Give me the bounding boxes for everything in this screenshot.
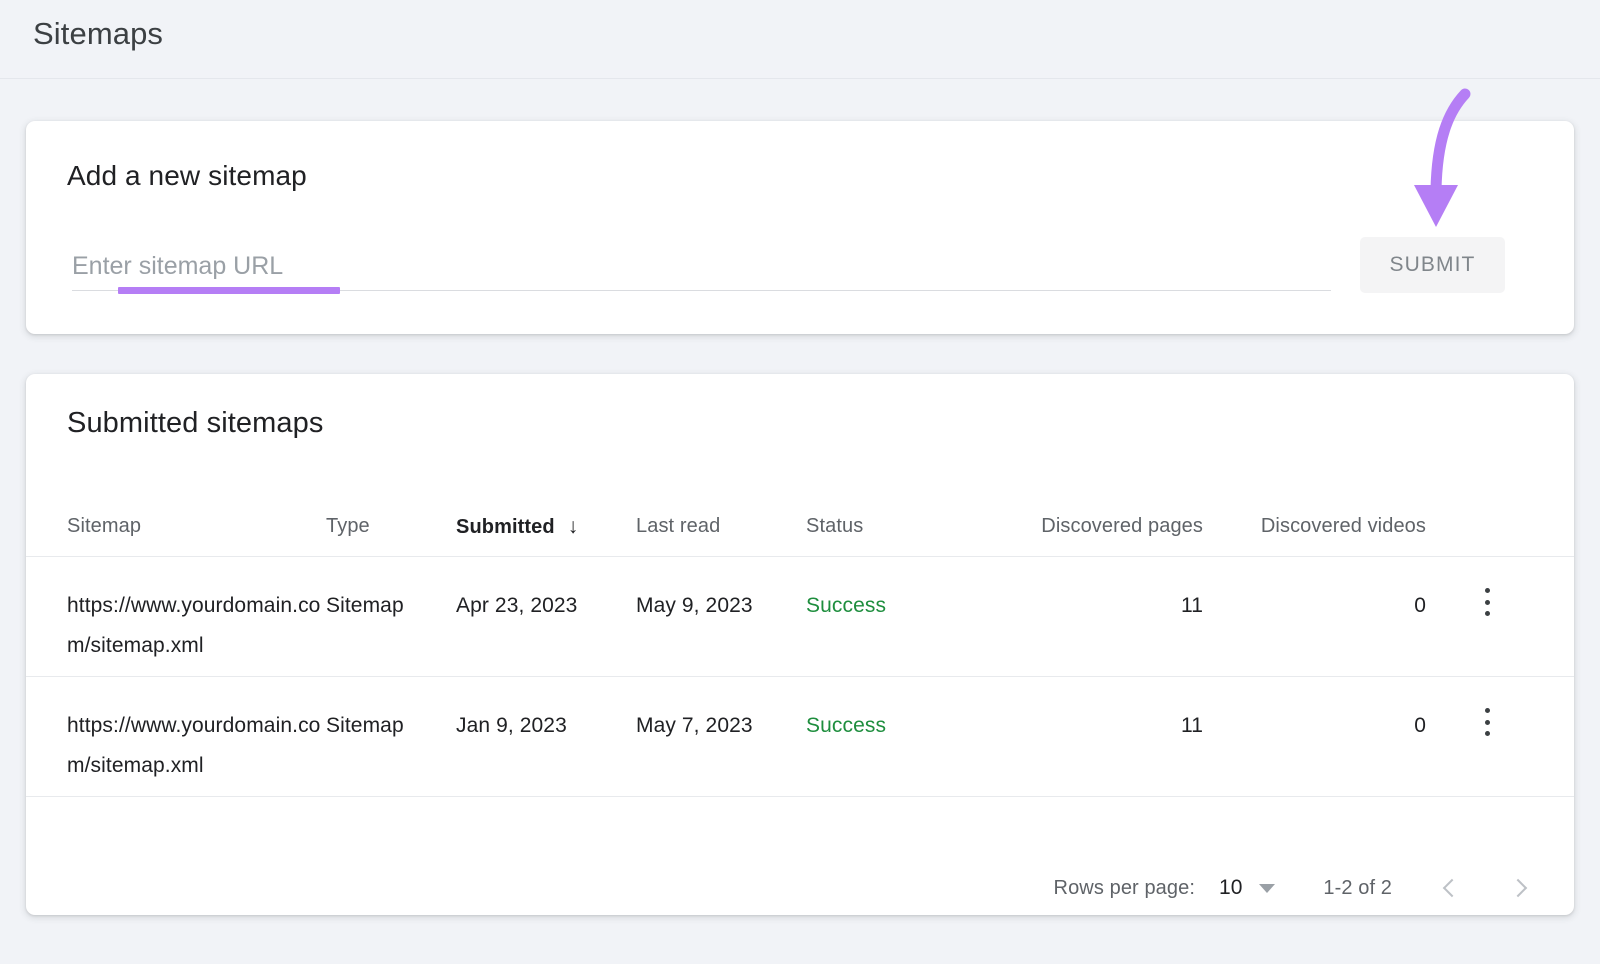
- sitemaps-page: Sitemaps Add a new sitemap SUBMIT Submit…: [0, 0, 1600, 964]
- column-header-sitemap[interactable]: Sitemap: [67, 515, 141, 537]
- more-vert-icon[interactable]: [1474, 586, 1500, 616]
- cell-discovered-pages: 11: [996, 706, 1203, 746]
- chevron-down-icon[interactable]: [1259, 884, 1275, 893]
- column-header-last-read[interactable]: Last read: [636, 515, 720, 537]
- submit-button[interactable]: SUBMIT: [1360, 237, 1505, 293]
- annotation-underline: [118, 287, 340, 294]
- column-header-discovered-videos[interactable]: Discovered videos: [1261, 515, 1426, 537]
- status-badge: Success: [806, 706, 996, 746]
- table-header-row: Sitemap Type Submitted ↓ Last read Status…: [26, 497, 1574, 557]
- cell-type: Sitemap: [326, 586, 456, 626]
- column-header-type[interactable]: Type: [326, 515, 370, 537]
- sitemap-url-input[interactable]: [72, 244, 1331, 288]
- pagination-range: 1-2 of 2: [1323, 877, 1392, 900]
- table-row[interactable]: https://www.yourdomain.com/sitemap.xml S…: [26, 557, 1574, 677]
- next-page-button[interactable]: [1502, 870, 1538, 906]
- chevron-left-icon: [1443, 879, 1461, 897]
- table-row[interactable]: https://www.yourdomain.com/sitemap.xml S…: [26, 677, 1574, 797]
- cell-sitemap-url: https://www.yourdomain.com/sitemap.xml: [67, 706, 322, 786]
- add-sitemap-heading: Add a new sitemap: [67, 160, 307, 192]
- sitemaps-table: Sitemap Type Submitted ↓ Last read Status…: [26, 497, 1574, 797]
- rows-per-page-label: Rows per page:: [1054, 877, 1195, 900]
- cell-last-read: May 7, 2023: [636, 706, 806, 746]
- filter-icon[interactable]: [1446, 399, 1502, 455]
- cell-sitemap-url: https://www.yourdomain.com/sitemap.xml: [67, 586, 322, 666]
- column-header-discovered-pages[interactable]: Discovered pages: [1041, 515, 1203, 537]
- cell-submitted: Jan 9, 2023: [456, 706, 636, 746]
- cell-discovered-videos: 0: [1226, 706, 1426, 746]
- sort-descending-icon[interactable]: ↓: [568, 515, 579, 539]
- more-vert-icon[interactable]: [1474, 706, 1500, 736]
- cell-type: Sitemap: [326, 706, 456, 746]
- cell-discovered-videos: 0: [1226, 586, 1426, 626]
- cell-last-read: May 9, 2023: [636, 586, 806, 626]
- page-title: Sitemaps: [33, 16, 163, 52]
- status-badge: Success: [806, 586, 996, 626]
- add-sitemap-card: Add a new sitemap SUBMIT: [26, 121, 1574, 334]
- page-header: Sitemaps: [0, 0, 1600, 79]
- column-header-submitted[interactable]: Submitted: [456, 516, 555, 538]
- chevron-right-icon: [1509, 879, 1527, 897]
- previous-page-button[interactable]: [1432, 870, 1468, 906]
- submitted-sitemaps-heading: Submitted sitemaps: [67, 407, 323, 440]
- column-header-status[interactable]: Status: [806, 515, 863, 537]
- pagination-bar: Rows per page: 10 1-2 of 2: [26, 861, 1574, 915]
- submitted-sitemaps-card: Submitted sitemaps Sitemap Type Submitte…: [26, 374, 1574, 915]
- rows-per-page-select[interactable]: 10: [1219, 876, 1242, 900]
- cell-submitted: Apr 23, 2023: [456, 586, 636, 626]
- sitemap-url-field[interactable]: [67, 244, 1331, 296]
- cell-discovered-pages: 11: [996, 586, 1203, 626]
